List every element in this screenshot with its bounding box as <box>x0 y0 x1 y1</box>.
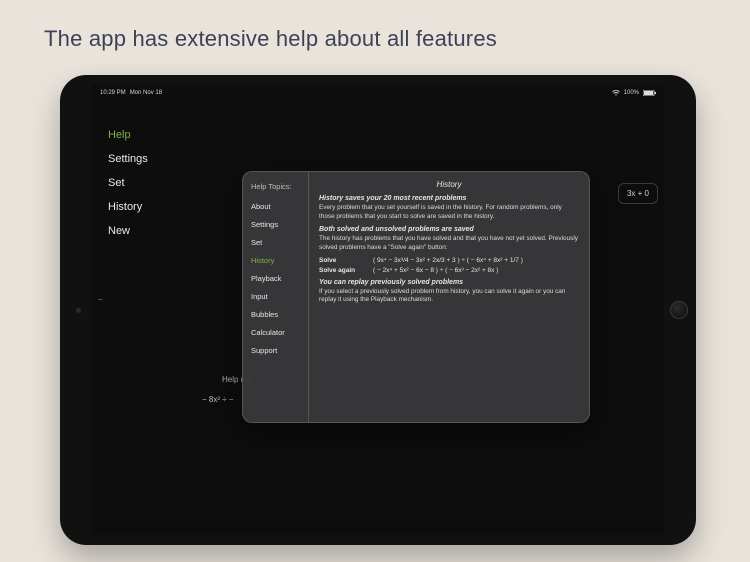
wifi-icon <box>612 90 620 96</box>
ipad-screen: 10:29 PM Mon Nov 18 100% Help Settings <box>92 85 664 535</box>
bg-expression-right: 3x + 0 <box>618 183 658 204</box>
example-solve-expr: ( 9x⁴ − 3x³/4 − 3x² + 2x/3 + 3 ) ÷ ( − 6… <box>373 257 523 264</box>
promo-stage: The app has extensive help about all fea… <box>0 0 750 562</box>
help-topic-bubbles[interactable]: Bubbles <box>251 310 308 319</box>
sidebar-item-set[interactable]: Set <box>108 177 148 189</box>
sidebar-item-history[interactable]: History <box>108 201 148 213</box>
help-article: History History saves your 20 most recen… <box>309 172 589 422</box>
ipad-device-frame: 10:29 PM Mon Nov 18 100% Help Settings <box>60 75 696 545</box>
bezel-right <box>664 75 696 545</box>
help-topic-history[interactable]: History <box>251 256 308 265</box>
status-time: 10:29 PM <box>100 90 126 96</box>
main-sidebar: Help Settings Set History New <box>108 129 148 237</box>
sidebar-item-settings[interactable]: Settings <box>108 153 148 165</box>
example-solve-again-expr: ( − 2x⁴ + 5x² − 6x − 8 ) ÷ ( − 6x³ − 2x²… <box>373 267 498 274</box>
promo-headline: The app has extensive help about all fea… <box>44 26 497 52</box>
help-topic-support[interactable]: Support <box>251 346 308 355</box>
help-topics-sidebar: Help Topics: About Settings Set History … <box>243 172 309 422</box>
home-button[interactable] <box>670 301 688 319</box>
help-topic-about[interactable]: About <box>251 202 308 211</box>
help-topic-set[interactable]: Set <box>251 238 308 247</box>
status-right: 100% <box>612 90 656 96</box>
help-article-title: History <box>319 180 579 189</box>
example-solve-again-label[interactable]: Solve again <box>319 267 361 274</box>
help-heading-1: History saves your 20 most recent proble… <box>319 195 579 202</box>
help-heading-2: Both solved and unsolved problems are sa… <box>319 226 579 233</box>
help-modal: Help Topics: About Settings Set History … <box>242 171 590 423</box>
help-paragraph-3: If you select a previously solved proble… <box>319 288 579 305</box>
status-bar: 10:29 PM Mon Nov 18 100% <box>92 85 664 100</box>
help-topic-playback[interactable]: Playback <box>251 274 308 283</box>
help-topics-heading: Help Topics: <box>251 182 308 191</box>
bg-expression-left: − <box>98 295 103 304</box>
example-solve-label[interactable]: Solve <box>319 257 361 264</box>
help-paragraph-1: Every problem that you set yourself is s… <box>319 204 579 221</box>
battery-pct: 100% <box>624 90 639 96</box>
bezel-left <box>60 75 92 545</box>
example-solve-again: Solve again ( − 2x⁴ + 5x² − 6x − 8 ) ÷ (… <box>319 267 579 274</box>
help-topic-settings[interactable]: Settings <box>251 220 308 229</box>
status-date: Mon Nov 18 <box>130 90 162 96</box>
help-topic-input[interactable]: Input <box>251 292 308 301</box>
example-solve: Solve ( 9x⁴ − 3x³/4 − 3x² + 2x/3 + 3 ) ÷… <box>319 257 579 264</box>
help-topic-calculator[interactable]: Calculator <box>251 328 308 337</box>
camera-dot <box>76 308 81 313</box>
sidebar-item-new[interactable]: New <box>108 225 148 237</box>
bg-expression-bottom: − 8x² ÷ − <box>202 395 234 404</box>
sidebar-item-help[interactable]: Help <box>108 129 148 141</box>
battery-icon <box>643 90 656 96</box>
help-heading-3: You can replay previously solved problem… <box>319 279 579 286</box>
help-paragraph-2: The history has problems that you have s… <box>319 235 579 252</box>
status-left: 10:29 PM Mon Nov 18 <box>100 90 162 96</box>
